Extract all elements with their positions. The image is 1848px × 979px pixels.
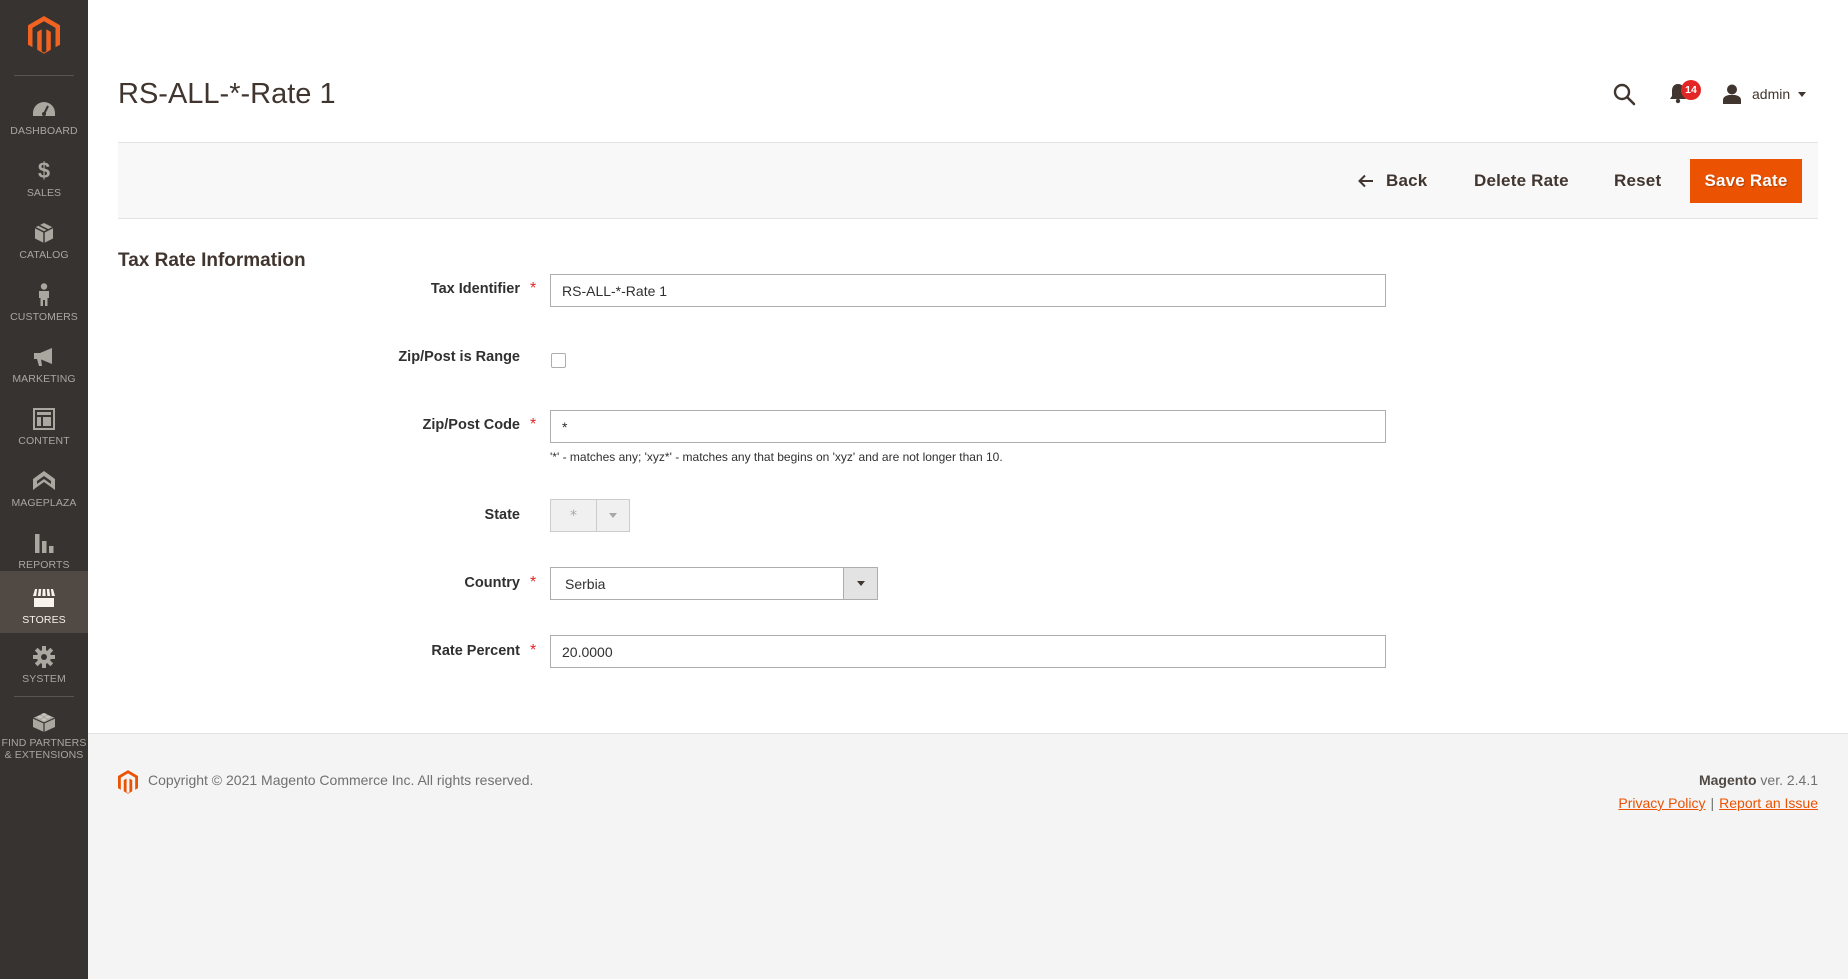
search-icon bbox=[1613, 83, 1636, 106]
user-icon bbox=[1723, 84, 1741, 104]
required-marker: * bbox=[530, 642, 537, 659]
chevron-down-icon bbox=[1798, 91, 1807, 97]
mageplaza-icon bbox=[31, 468, 57, 494]
sidebar-item-label: CUSTOMERS bbox=[10, 311, 78, 323]
magento-logo-link[interactable] bbox=[0, 16, 88, 60]
lego-brick-icon bbox=[31, 708, 57, 734]
magento-logo-icon bbox=[118, 770, 138, 798]
delete-rate-button[interactable]: Delete Rate bbox=[1474, 159, 1569, 203]
global-search-button[interactable] bbox=[1612, 82, 1638, 108]
state-select-toggle bbox=[597, 500, 629, 531]
sidebar-item-sales[interactable]: $ SALES bbox=[0, 150, 88, 212]
sidebar-item-system[interactable]: SYSTEM bbox=[0, 636, 88, 698]
admin-sidebar: DASHBOARD $ SALES CATALOG CUSTOMERS MARK… bbox=[0, 0, 88, 979]
user-name: admin bbox=[1752, 86, 1791, 102]
back-button[interactable]: Back bbox=[1358, 159, 1427, 203]
sidebar-item-catalog[interactable]: CATALOG bbox=[0, 212, 88, 274]
version-info: Magento ver. 2.4.1 bbox=[1699, 772, 1818, 788]
link-separator: | bbox=[1710, 795, 1715, 811]
country-label: Country bbox=[464, 575, 520, 591]
required-marker: * bbox=[530, 416, 537, 433]
required-marker: * bbox=[530, 280, 537, 297]
dashboard-gauge-icon bbox=[31, 96, 57, 122]
version-text: ver. 2.4.1 bbox=[1760, 772, 1818, 788]
chevron-down-icon bbox=[609, 513, 617, 518]
footer-links: Privacy Policy | Report an Issue bbox=[1618, 795, 1818, 811]
user-account-menu[interactable]: admin bbox=[1722, 82, 1807, 106]
sidebar-item-mageplaza[interactable]: MAGEPLAZA bbox=[0, 460, 88, 522]
zip-is-range-label: Zip/Post is Range bbox=[398, 349, 520, 365]
sidebar-item-label: STORES bbox=[22, 614, 66, 626]
tax-identifier-input[interactable]: RS-ALL-*-Rate 1 bbox=[550, 274, 1386, 307]
required-marker: * bbox=[530, 574, 537, 591]
sidebar-divider bbox=[14, 696, 74, 697]
save-rate-button[interactable]: Save Rate bbox=[1690, 159, 1802, 203]
page-title: RS-ALL-*-Rate 1 bbox=[118, 78, 336, 110]
rate-percent-label: Rate Percent bbox=[431, 643, 520, 659]
magento-logo-icon bbox=[28, 16, 60, 54]
state-select: * bbox=[550, 499, 630, 532]
person-icon bbox=[31, 282, 57, 308]
zip-is-range-checkbox[interactable] bbox=[551, 353, 566, 368]
box-icon bbox=[31, 220, 57, 246]
notifications-count-badge: 14 bbox=[1681, 80, 1701, 100]
zip-post-code-note: '*' - matches any; 'xyz*' - matches any … bbox=[550, 450, 1003, 464]
sidebar-item-dashboard[interactable]: DASHBOARD bbox=[0, 88, 88, 150]
page-footer: Copyright © 2021 Magento Commerce Inc. A… bbox=[88, 733, 1848, 979]
sidebar-item-label-line1: FIND PARTNERS bbox=[1, 737, 87, 749]
sidebar-item-stores[interactable]: STORES bbox=[0, 571, 88, 633]
report-issue-link[interactable]: Report an Issue bbox=[1719, 795, 1818, 811]
chevron-down-icon bbox=[856, 581, 865, 586]
page-actions-bar: Back Delete Rate Reset Save Rate bbox=[118, 142, 1818, 219]
sidebar-item-marketing[interactable]: MARKETING bbox=[0, 336, 88, 398]
zip-post-code-label: Zip/Post Code bbox=[422, 417, 520, 433]
layout-icon bbox=[31, 406, 57, 432]
sidebar-divider bbox=[14, 75, 74, 76]
megaphone-icon bbox=[31, 344, 57, 370]
section-title: Tax Rate Information bbox=[118, 250, 306, 271]
sidebar-item-label: MAGEPLAZA bbox=[11, 497, 77, 509]
sidebar-item-label: MARKETING bbox=[12, 373, 76, 385]
sidebar-item-label: CONTENT bbox=[18, 435, 70, 447]
gear-icon bbox=[31, 644, 57, 670]
brand-name: Magento bbox=[1698, 772, 1757, 788]
sidebar-item-label: DASHBOARD bbox=[10, 125, 78, 137]
sidebar-item-label: CATALOG bbox=[19, 249, 69, 261]
arrow-left-icon bbox=[1358, 174, 1374, 188]
sidebar-item-find-partners[interactable]: FIND PARTNERS & EXTENSIONS bbox=[0, 700, 88, 770]
sidebar-item-content[interactable]: CONTENT bbox=[0, 398, 88, 460]
sidebar-item-label: REPORTS bbox=[18, 559, 70, 571]
sidebar-item-label: SALES bbox=[26, 187, 62, 199]
sidebar-item-label-line2: & EXTENSIONS bbox=[4, 749, 84, 761]
country-select-toggle[interactable] bbox=[843, 568, 877, 599]
sidebar-item-customers[interactable]: CUSTOMERS bbox=[0, 274, 88, 336]
state-label: State bbox=[484, 507, 520, 523]
rate-percent-input[interactable]: 20.0000 bbox=[550, 635, 1386, 668]
state-select-value: * bbox=[551, 500, 597, 531]
tax-identifier-label: Tax Identifier bbox=[430, 281, 520, 297]
storefront-icon bbox=[31, 585, 57, 611]
country-select[interactable]: Serbia bbox=[550, 567, 878, 600]
dollar-icon: $ bbox=[37, 158, 51, 183]
back-label: Back bbox=[1386, 171, 1428, 190]
reset-button[interactable]: Reset bbox=[1614, 159, 1661, 203]
bar-chart-icon bbox=[31, 530, 57, 556]
zip-post-code-input[interactable]: * bbox=[550, 410, 1386, 443]
country-select-value: Serbia bbox=[565, 575, 606, 592]
sidebar-item-label: SYSTEM bbox=[22, 673, 66, 685]
privacy-policy-link[interactable]: Privacy Policy bbox=[1618, 795, 1705, 811]
copyright-text: Copyright © 2021 Magento Commerce Inc. A… bbox=[148, 772, 534, 788]
